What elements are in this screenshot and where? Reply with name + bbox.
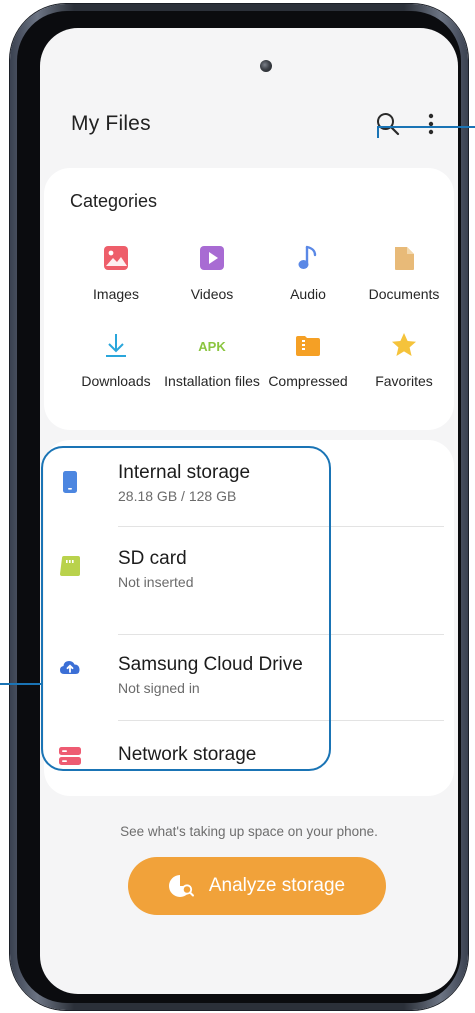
categories-title: Categories xyxy=(70,191,158,211)
category-installation-files[interactable]: APK Installation files xyxy=(164,330,260,390)
category-label: Documents xyxy=(368,286,440,302)
document-icon xyxy=(395,247,414,270)
compressed-folder-icon xyxy=(296,336,320,356)
category-label: Favorites xyxy=(375,373,433,389)
category-audio[interactable]: Audio xyxy=(260,243,356,303)
more-options-icon[interactable] xyxy=(422,110,440,138)
analyze-storage-label: Analyze storage xyxy=(208,875,346,896)
category-label: Videos xyxy=(190,286,234,302)
search-callout-line xyxy=(377,126,475,128)
category-label: Downloads xyxy=(81,373,151,389)
categories-card: Categories Images Videos Audio Documents… xyxy=(44,168,454,430)
category-label: Audio xyxy=(290,286,326,302)
download-icon xyxy=(106,334,126,357)
category-label: Installation files xyxy=(164,373,260,389)
star-icon xyxy=(392,333,416,356)
category-downloads[interactable]: Downloads xyxy=(68,330,164,390)
analyze-storage-button[interactable]: Analyze storage xyxy=(128,857,386,915)
music-note-icon xyxy=(298,245,317,269)
video-icon xyxy=(200,246,224,270)
category-label: Images xyxy=(93,286,139,302)
category-images[interactable]: Images xyxy=(68,243,164,303)
storage-highlight-outline xyxy=(41,446,331,771)
category-videos[interactable]: Videos xyxy=(164,243,260,303)
storage-hint-text: See what's taking up space on your phone… xyxy=(120,824,378,839)
category-documents[interactable]: Documents xyxy=(356,243,452,303)
storage-callout-line xyxy=(0,683,42,685)
image-icon xyxy=(104,246,128,270)
front-camera xyxy=(260,60,272,72)
analyze-storage-icon xyxy=(168,875,194,897)
category-compressed[interactable]: Compressed xyxy=(260,330,356,390)
page-title: My Files xyxy=(71,112,151,135)
apk-icon: APK xyxy=(198,339,226,354)
category-label: Compressed xyxy=(268,373,348,389)
category-favorites[interactable]: Favorites xyxy=(356,330,452,390)
svg-text:APK: APK xyxy=(198,339,226,354)
